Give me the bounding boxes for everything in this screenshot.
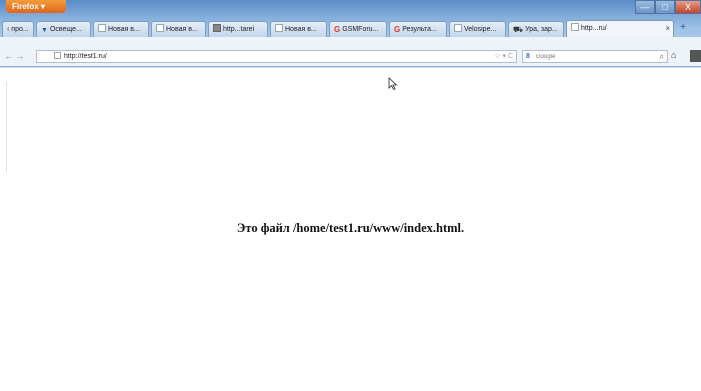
tab-8[interactable]: Velosipe... xyxy=(449,21,506,37)
tab-label: Освеще... xyxy=(49,26,82,33)
tab-2[interactable]: Новая в... xyxy=(93,21,149,37)
g-logo-icon: G xyxy=(334,25,341,34)
navigation-bar: ← → ☆ ▾ C 8 ⌕ ⌂ xyxy=(0,37,701,67)
minimize-button[interactable]: — xyxy=(635,0,655,14)
firefox-menu-label: Firefox xyxy=(12,2,39,11)
search-field[interactable]: 8 ⌕ xyxy=(522,50,668,63)
tab-active[interactable]: http...ru/ × xyxy=(566,20,674,37)
tab-3[interactable]: Новая в... xyxy=(151,21,206,37)
tab-label: Ура, зар... xyxy=(525,26,558,33)
back-forward-buttons[interactable]: ← → xyxy=(4,50,34,62)
car-icon: ⛟ xyxy=(513,25,524,34)
tab-label: http...tarei xyxy=(223,26,255,33)
page-message: Это файл /home/test1.ru/www/index.html. xyxy=(236,221,465,235)
chevron-down-icon: ▼ xyxy=(41,27,48,34)
blank-page-icon xyxy=(98,24,106,32)
tab-label: Новая в... xyxy=(285,26,317,33)
search-input[interactable] xyxy=(536,51,636,62)
tab-label: http...ru/ xyxy=(581,25,607,32)
home-button[interactable]: ⌂ xyxy=(671,50,676,60)
blank-page-icon xyxy=(454,24,462,32)
page-left-edge xyxy=(0,82,7,172)
tab-7[interactable]: G Результа... xyxy=(389,21,447,37)
title-bar: Firefox ▾ — □ X xyxy=(0,0,701,14)
tab-label: Новая в... xyxy=(166,26,198,33)
tab-label: Новая в... xyxy=(108,26,140,33)
tab-label: ‹ про... xyxy=(7,26,29,33)
firefox-menu-button[interactable]: Firefox ▾ xyxy=(6,0,66,13)
search-icon[interactable]: ⌕ xyxy=(660,51,664,62)
tab-label: Velosipe... xyxy=(464,26,497,33)
close-tab-icon[interactable]: × xyxy=(665,21,670,36)
page-favicon-icon xyxy=(54,52,61,59)
url-input[interactable] xyxy=(64,51,444,62)
g-logo-icon: G xyxy=(394,25,401,34)
image-icon xyxy=(213,24,221,32)
window-controls: — □ X xyxy=(635,0,701,14)
tab-1[interactable]: ▼ Освеще... xyxy=(36,21,91,37)
url-field[interactable]: ☆ ▾ C xyxy=(36,50,517,63)
blank-page-icon xyxy=(156,24,164,32)
tab-4[interactable]: http...tarei xyxy=(208,21,268,37)
mouse-pointer-icon xyxy=(388,77,398,91)
page-content: Это файл /home/test1.ru/www/index.html. xyxy=(0,68,701,391)
close-window-button[interactable]: X xyxy=(675,0,701,14)
tab-9[interactable]: ⛟ Ура, зар... xyxy=(508,21,564,37)
new-tab-button[interactable]: + xyxy=(676,21,690,35)
url-bar-buttons[interactable]: ☆ ▾ C xyxy=(494,51,513,62)
tab-5[interactable]: Новая в... xyxy=(270,21,327,37)
extension-icon[interactable] xyxy=(690,50,701,62)
maximize-button[interactable]: □ xyxy=(655,0,675,14)
tab-bar: ‹ про... ▼ Освеще... Новая в... Новая в..… xyxy=(0,18,701,37)
blank-page-icon xyxy=(275,24,283,32)
search-engine-icon[interactable]: 8 xyxy=(526,51,536,62)
tab-0[interactable]: ‹ про... xyxy=(2,21,34,37)
tab-label: Результа... xyxy=(402,26,437,33)
browser-chrome: Firefox ▾ — □ X ‹ про... ▼ Освеще... Нова… xyxy=(0,0,701,68)
blank-page-icon xyxy=(571,23,579,31)
tab-label: GSMForu... xyxy=(342,26,379,33)
tab-6[interactable]: G GSMForu... xyxy=(329,21,387,37)
